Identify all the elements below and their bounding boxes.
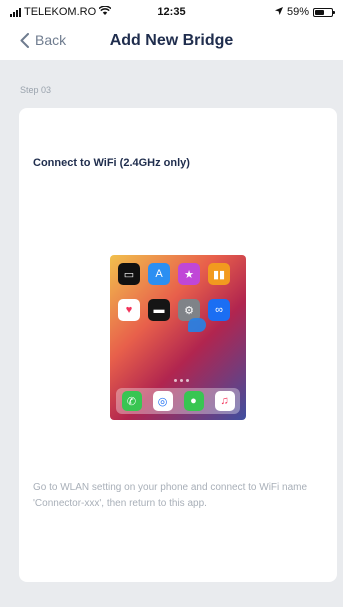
- books-icon: ▮▮: [208, 263, 230, 285]
- status-bar: TELEKOM.RO 12:35 59%: [0, 0, 343, 24]
- card-heading: Connect to WiFi (2.4GHz only): [33, 157, 190, 169]
- instruction-card: Connect to WiFi (2.4GHz only) ▭ A ★ ▮▮ ♥…: [19, 108, 337, 582]
- health-icon: ♥: [118, 299, 140, 321]
- safari-icon: ◎: [152, 391, 173, 411]
- location-arrow-icon: [274, 6, 283, 18]
- messages-icon: ●: [183, 391, 204, 411]
- page-dots: [174, 379, 189, 382]
- tv-icon: ▭: [118, 263, 140, 285]
- card-description: Go to WLAN setting on your phone and con…: [33, 482, 308, 509]
- battery-icon: [313, 7, 335, 17]
- phone-icon: ✆: [121, 391, 142, 411]
- step-label: Step 03: [20, 85, 52, 95]
- phone-homescreen-illustration: ▭ A ★ ▮▮ ♥ ▬ ⚙ ∞ ✆ ◎ ● ♫: [110, 255, 246, 420]
- star-icon: ★: [178, 263, 200, 285]
- finger-tap-icon: [188, 318, 206, 332]
- dock: ✆ ◎ ● ♫: [116, 388, 240, 414]
- page-title: Add New Bridge: [109, 32, 234, 49]
- music-icon: ♫: [214, 391, 235, 411]
- battery-percent: 59%: [286, 6, 309, 18]
- navigation-bar: Back Add New Bridge: [0, 24, 343, 60]
- app-store-icon: A: [148, 263, 170, 285]
- shortcuts-icon: ∞: [208, 299, 230, 321]
- status-right: 59%: [274, 6, 335, 18]
- wallet-icon: ▬: [148, 299, 170, 321]
